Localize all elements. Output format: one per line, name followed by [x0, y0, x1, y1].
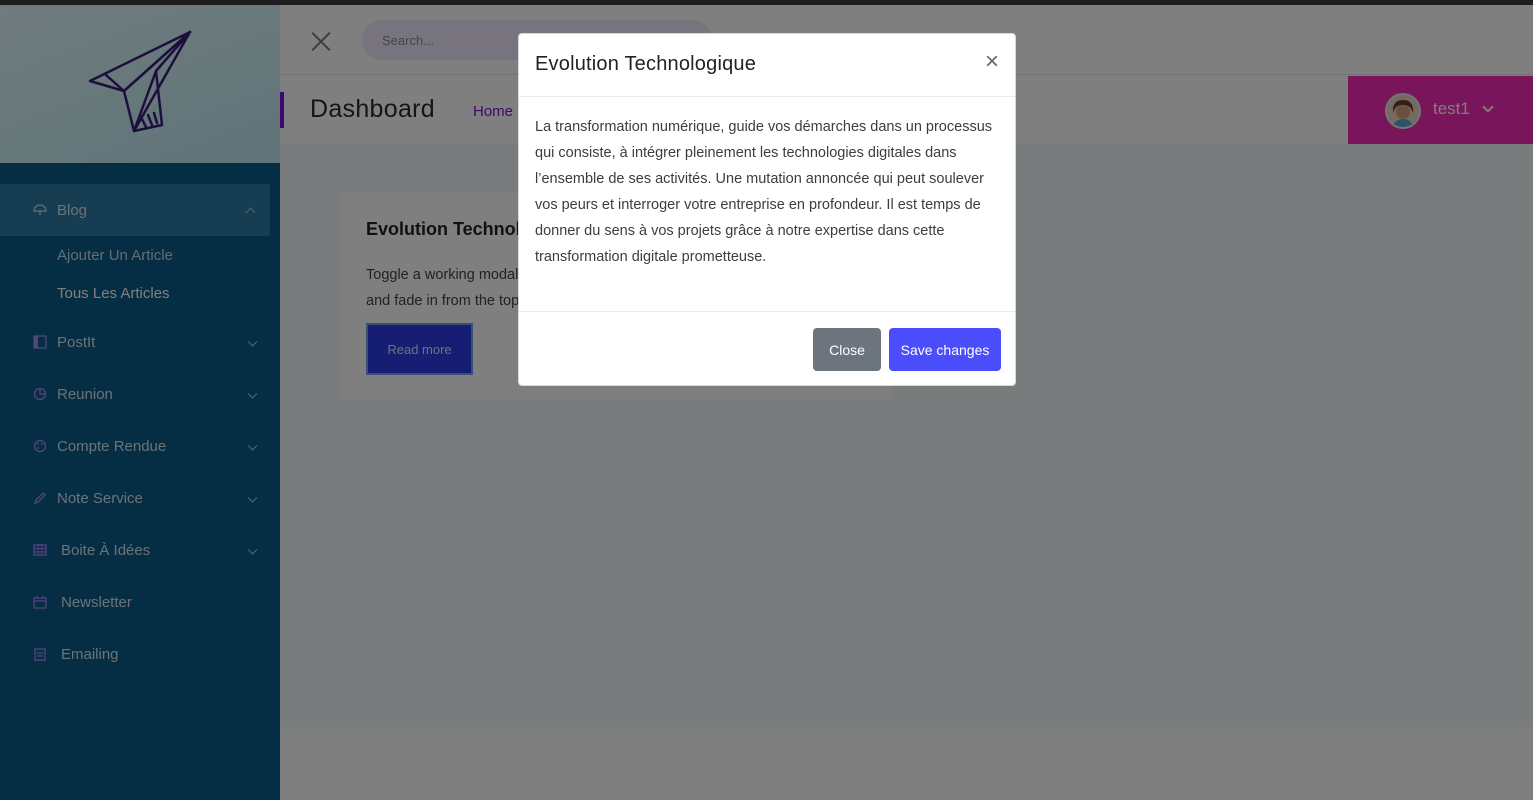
modal-body-text: La transformation numérique, guide vos d… [535, 119, 993, 265]
close-icon[interactable]: × [985, 50, 999, 74]
close-button[interactable]: Close [813, 328, 881, 371]
modal-footer: Close Save changes [519, 311, 1015, 387]
article-modal: Evolution Technologique × La transformat… [518, 33, 1016, 386]
save-changes-button[interactable]: Save changes [889, 328, 1001, 371]
modal-header: Evolution Technologique × [519, 34, 1015, 97]
modal-title: Evolution Technologique [535, 53, 757, 75]
